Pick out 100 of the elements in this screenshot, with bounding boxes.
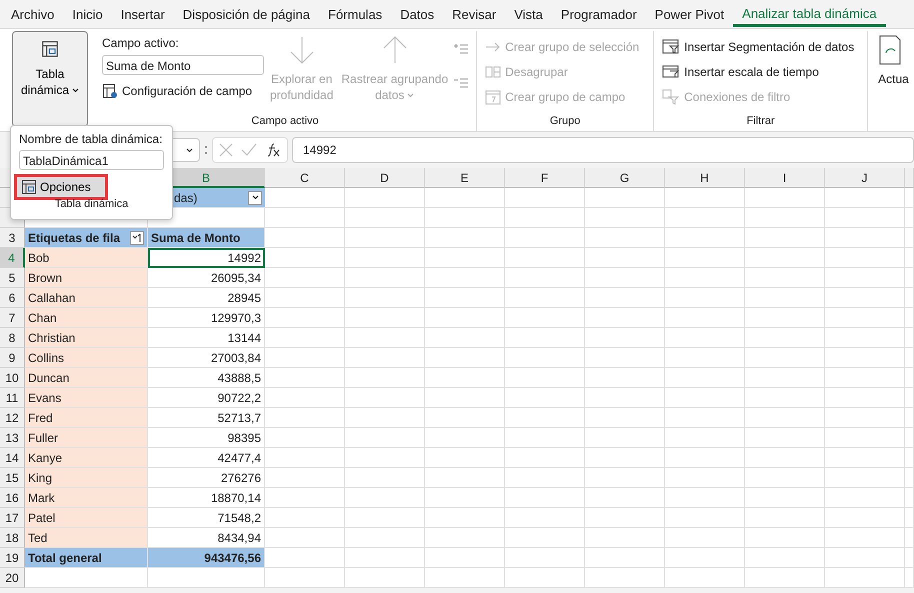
table-cell: 129970,3 — [148, 308, 265, 328]
menu-tab[interactable]: Datos — [391, 0, 444, 28]
table-cell: King — [25, 468, 148, 488]
table-cell — [905, 268, 914, 288]
row-header[interactable]: 18 — [0, 528, 25, 548]
timeline-icon — [662, 64, 680, 80]
field-settings-button[interactable]: Configuración de campo — [102, 80, 264, 102]
table-cell: 18870,14 — [148, 488, 265, 508]
row-header[interactable]: 14 — [0, 448, 25, 468]
column-header[interactable]: G — [585, 168, 665, 188]
menu-tab[interactable]: Fórmulas — [319, 0, 392, 28]
function-icon[interactable] — [265, 143, 281, 157]
table-cell: Patel — [25, 508, 148, 528]
table-cell: 8434,94 — [148, 528, 265, 548]
refresh-icon — [878, 35, 902, 65]
table-cell: Fuller — [25, 428, 148, 448]
group-title: Filtrar — [746, 114, 776, 129]
table-cell: Callahan — [25, 288, 148, 308]
table-cell: 98395 — [148, 428, 265, 448]
row-header[interactable]: 9 — [0, 348, 25, 368]
table-cell — [905, 408, 914, 428]
refresh-button[interactable]: Actua — [868, 31, 911, 131]
row-header[interactable]: 6 — [0, 288, 25, 308]
table-cell: 276276 — [148, 468, 265, 488]
menu-tab[interactable]: Vista — [505, 0, 552, 28]
table-cell — [905, 188, 914, 208]
chevron-down-icon — [186, 148, 193, 152]
row-header[interactable]: 16 — [0, 488, 25, 508]
formula-input[interactable]: 14992 — [292, 137, 914, 163]
table-cell — [905, 368, 914, 388]
row-header[interactable]: 10 — [0, 368, 25, 388]
menu-tab[interactable]: Revisar — [443, 0, 506, 28]
column-header[interactable]: E — [425, 168, 505, 188]
column-header[interactable] — [905, 168, 914, 188]
table-cell — [905, 228, 914, 248]
column-header[interactable]: H — [665, 168, 745, 188]
table-cell — [905, 288, 914, 308]
table-cell: Kanye — [25, 448, 148, 468]
column-header[interactable]: C — [265, 168, 345, 188]
ribbon-button[interactable]: Insertar escala de tiempo — [662, 61, 854, 83]
table-cell: Duncan — [25, 368, 148, 388]
check-icon[interactable] — [241, 143, 257, 157]
table-cell: Brown — [25, 268, 148, 288]
expand-field-icon[interactable] — [454, 43, 468, 55]
table-cell — [905, 428, 914, 448]
row-header[interactable]: 11 — [0, 388, 25, 408]
table-cell: 13144 — [148, 328, 265, 348]
row-header[interactable]: 3 — [0, 228, 25, 248]
table-cell: Mark — [25, 488, 148, 508]
menu-tab[interactable]: Analizar tabla dinámica — [733, 0, 886, 27]
row-header[interactable]: 7 — [0, 308, 25, 328]
table-cell — [905, 448, 914, 468]
cell-text: das) — [174, 190, 198, 204]
cancel-icon[interactable] — [219, 143, 233, 157]
table-cell — [905, 508, 914, 528]
table-cell: 71548,2 — [148, 508, 265, 528]
dropdown-button[interactable] — [248, 190, 262, 204]
group-title: Grupo — [548, 114, 582, 129]
table-cell: 52713,7 — [148, 408, 265, 428]
table-cell: 26095,34 — [148, 268, 265, 288]
table-cell — [905, 488, 914, 508]
table-cell — [905, 348, 914, 368]
column-header[interactable]: J — [825, 168, 905, 188]
menu-tab[interactable]: Inicio — [63, 0, 112, 28]
column-header[interactable]: F — [505, 168, 585, 188]
row-header[interactable]: 20 — [0, 568, 25, 588]
column-header[interactable]: D — [345, 168, 425, 188]
pivot-name-input[interactable]: TablaDinámica1 — [19, 150, 164, 170]
menu-tab[interactable]: Archivo — [2, 0, 64, 28]
filter-sort-button[interactable] — [130, 230, 144, 244]
row-header[interactable]: 8 — [0, 328, 25, 348]
ribbon-button[interactable]: Insertar Segmentación de datos — [662, 36, 854, 58]
row-header[interactable]: 19 — [0, 548, 25, 568]
calendar-icon — [485, 89, 502, 105]
table-cell — [905, 328, 914, 348]
collapse-field-icon[interactable] — [454, 77, 468, 89]
menu-tab[interactable]: Disposición de página — [174, 0, 319, 28]
options-button[interactable]: Opciones — [14, 174, 108, 200]
column-header[interactable]: I — [745, 168, 825, 188]
settings-icon — [102, 83, 118, 99]
table-cell — [905, 248, 914, 268]
row-header[interactable]: 15 — [0, 468, 25, 488]
menu-tab[interactable]: Insertar — [112, 0, 174, 28]
group-title: Tabla dinámica — [54, 198, 130, 210]
row-header[interactable]: 12 — [0, 408, 25, 428]
pivot-table-button[interactable]: Tabla dinámica — [12, 31, 88, 127]
table-cell: Total general — [25, 548, 148, 568]
chevron-down-icon — [252, 195, 258, 200]
row-header[interactable]: 13 — [0, 428, 25, 448]
table-cell: Collins — [25, 348, 148, 368]
menu-tab[interactable]: Programador — [552, 0, 646, 28]
row-header[interactable]: 17 — [0, 508, 25, 528]
table-cell: 27003,84 — [148, 348, 265, 368]
active-field-input[interactable]: Suma de Monto — [102, 55, 264, 75]
chevron-down-icon — [72, 88, 80, 92]
row-header[interactable]: 5 — [0, 268, 25, 288]
menu-tab[interactable]: Power Pivot — [646, 0, 734, 28]
table-cell — [905, 528, 914, 548]
chevron-down-icon — [407, 92, 414, 98]
table-cell: Suma de Monto — [148, 228, 265, 248]
